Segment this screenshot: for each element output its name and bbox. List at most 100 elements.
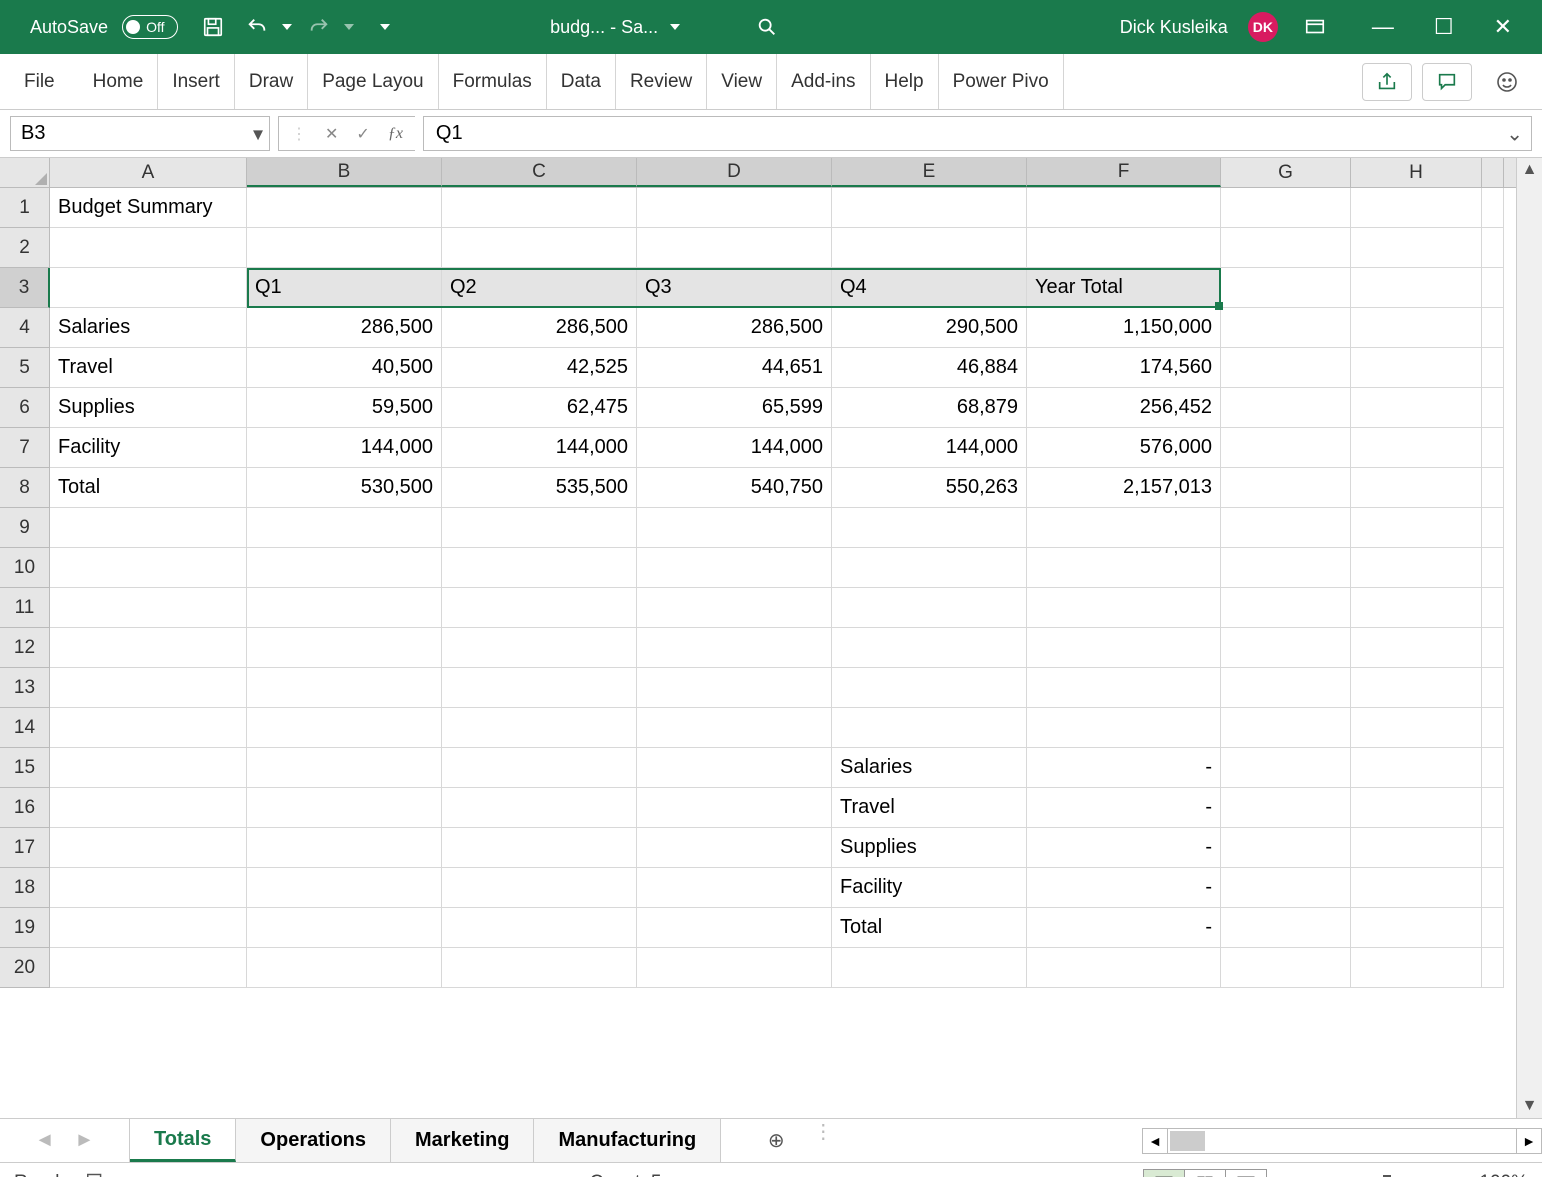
cell-C7[interactable]: 144,000 [442, 428, 637, 468]
autosave-toggle[interactable]: AutoSave Off [30, 15, 178, 39]
cell-H8[interactable] [1351, 468, 1482, 508]
sheet-nav-prev-icon[interactable]: ◄ [35, 1129, 55, 1152]
cell-C2[interactable] [442, 228, 637, 268]
zoom-level[interactable]: 100% [1479, 1172, 1528, 1177]
ribbon-tab-draw[interactable]: Draw [235, 54, 308, 109]
scroll-down-icon[interactable]: ▼ [1517, 1094, 1542, 1118]
cell-A1[interactable]: Budget Summary [50, 188, 247, 228]
cell-C14[interactable] [442, 708, 637, 748]
row-header-16[interactable]: 16 [0, 788, 50, 828]
cell-F13[interactable] [1027, 668, 1221, 708]
cell-F1[interactable] [1027, 188, 1221, 228]
redo-dropdown-icon[interactable] [344, 24, 354, 30]
cell-G8[interactable] [1221, 468, 1351, 508]
cell-G9[interactable] [1221, 508, 1351, 548]
row-header-10[interactable]: 10 [0, 548, 50, 588]
cell-G20[interactable] [1221, 948, 1351, 988]
select-all-corner[interactable] [0, 158, 50, 187]
cell-E3[interactable]: Q4 [832, 268, 1027, 308]
redo-icon[interactable] [302, 10, 336, 44]
cell-G16[interactable] [1221, 788, 1351, 828]
cell-C3[interactable]: Q2 [442, 268, 637, 308]
row-header-3[interactable]: 3 [0, 268, 50, 308]
cell-B2[interactable] [247, 228, 442, 268]
column-header-F[interactable]: F [1027, 158, 1221, 187]
cell-F9[interactable] [1027, 508, 1221, 548]
cell-F2[interactable] [1027, 228, 1221, 268]
undo-icon[interactable] [240, 10, 274, 44]
cell-B7[interactable]: 144,000 [247, 428, 442, 468]
row-header-14[interactable]: 14 [0, 708, 50, 748]
cell-C13[interactable] [442, 668, 637, 708]
cell-D9[interactable] [637, 508, 832, 548]
cell-C8[interactable]: 535,500 [442, 468, 637, 508]
cell-F4[interactable]: 1,150,000 [1027, 308, 1221, 348]
name-box[interactable]: B3 ▾ [10, 116, 270, 151]
row-header-20[interactable]: 20 [0, 948, 50, 988]
qat-customize-icon[interactable] [380, 24, 390, 30]
cell-A17[interactable] [50, 828, 247, 868]
ribbon-tab-help[interactable]: Help [871, 54, 939, 109]
column-header-A[interactable]: A [50, 158, 247, 187]
cell-F7[interactable]: 576,000 [1027, 428, 1221, 468]
cell-D13[interactable] [637, 668, 832, 708]
user-avatar[interactable]: DK [1248, 12, 1278, 42]
cell-A7[interactable]: Facility [50, 428, 247, 468]
cell-H11[interactable] [1351, 588, 1482, 628]
formula-expand-icon[interactable]: ⌄ [1506, 121, 1523, 146]
cell-A11[interactable] [50, 588, 247, 628]
cell-A3[interactable] [50, 268, 247, 308]
column-header-B[interactable]: B [247, 158, 442, 187]
name-box-dropdown-icon[interactable]: ▾ [253, 121, 263, 146]
ribbon-tab-power-pivo[interactable]: Power Pivo [939, 54, 1064, 109]
cell-C9[interactable] [442, 508, 637, 548]
cell-G15[interactable] [1221, 748, 1351, 788]
sheet-tab-marketing[interactable]: Marketing [391, 1119, 534, 1162]
sheet-tab-totals[interactable]: Totals [130, 1119, 236, 1162]
cell-D2[interactable] [637, 228, 832, 268]
cell-B8[interactable]: 530,500 [247, 468, 442, 508]
cell-D12[interactable] [637, 628, 832, 668]
cell-E9[interactable] [832, 508, 1027, 548]
cell-G6[interactable] [1221, 388, 1351, 428]
column-header-C[interactable]: C [442, 158, 637, 187]
cell-B20[interactable] [247, 948, 442, 988]
cell-F3[interactable]: Year Total [1027, 268, 1221, 308]
row-header-6[interactable]: 6 [0, 388, 50, 428]
sheet-tab-operations[interactable]: Operations [236, 1119, 391, 1162]
save-icon[interactable] [196, 10, 230, 44]
cell-E19[interactable]: Total [832, 908, 1027, 948]
cell-G13[interactable] [1221, 668, 1351, 708]
cell-D18[interactable] [637, 868, 832, 908]
cell-C15[interactable] [442, 748, 637, 788]
cell-E20[interactable] [832, 948, 1027, 988]
undo-dropdown-icon[interactable] [282, 24, 292, 30]
cell-H13[interactable] [1351, 668, 1482, 708]
fx-icon[interactable]: ƒx [388, 125, 403, 143]
cell-B10[interactable] [247, 548, 442, 588]
row-header-13[interactable]: 13 [0, 668, 50, 708]
cell-D14[interactable] [637, 708, 832, 748]
view-page-layout-icon[interactable] [1184, 1169, 1226, 1177]
cell-B1[interactable] [247, 188, 442, 228]
sheet-nav-next-icon[interactable]: ► [75, 1129, 95, 1152]
cell-A12[interactable] [50, 628, 247, 668]
cell-H5[interactable] [1351, 348, 1482, 388]
cell-A4[interactable]: Salaries [50, 308, 247, 348]
cell-G12[interactable] [1221, 628, 1351, 668]
cancel-formula-icon[interactable]: ✕ [325, 124, 338, 144]
cell-G19[interactable] [1221, 908, 1351, 948]
row-header-4[interactable]: 4 [0, 308, 50, 348]
cell-D6[interactable]: 65,599 [637, 388, 832, 428]
cell-C16[interactable] [442, 788, 637, 828]
cell-C12[interactable] [442, 628, 637, 668]
cell-E13[interactable] [832, 668, 1027, 708]
cell-B18[interactable] [247, 868, 442, 908]
cell-H3[interactable] [1351, 268, 1482, 308]
cell-F17[interactable]: - [1027, 828, 1221, 868]
cell-G1[interactable] [1221, 188, 1351, 228]
cell-H18[interactable] [1351, 868, 1482, 908]
cell-C5[interactable]: 42,525 [442, 348, 637, 388]
ribbon-tab-add-ins[interactable]: Add-ins [777, 54, 870, 109]
share-button[interactable] [1362, 63, 1412, 101]
